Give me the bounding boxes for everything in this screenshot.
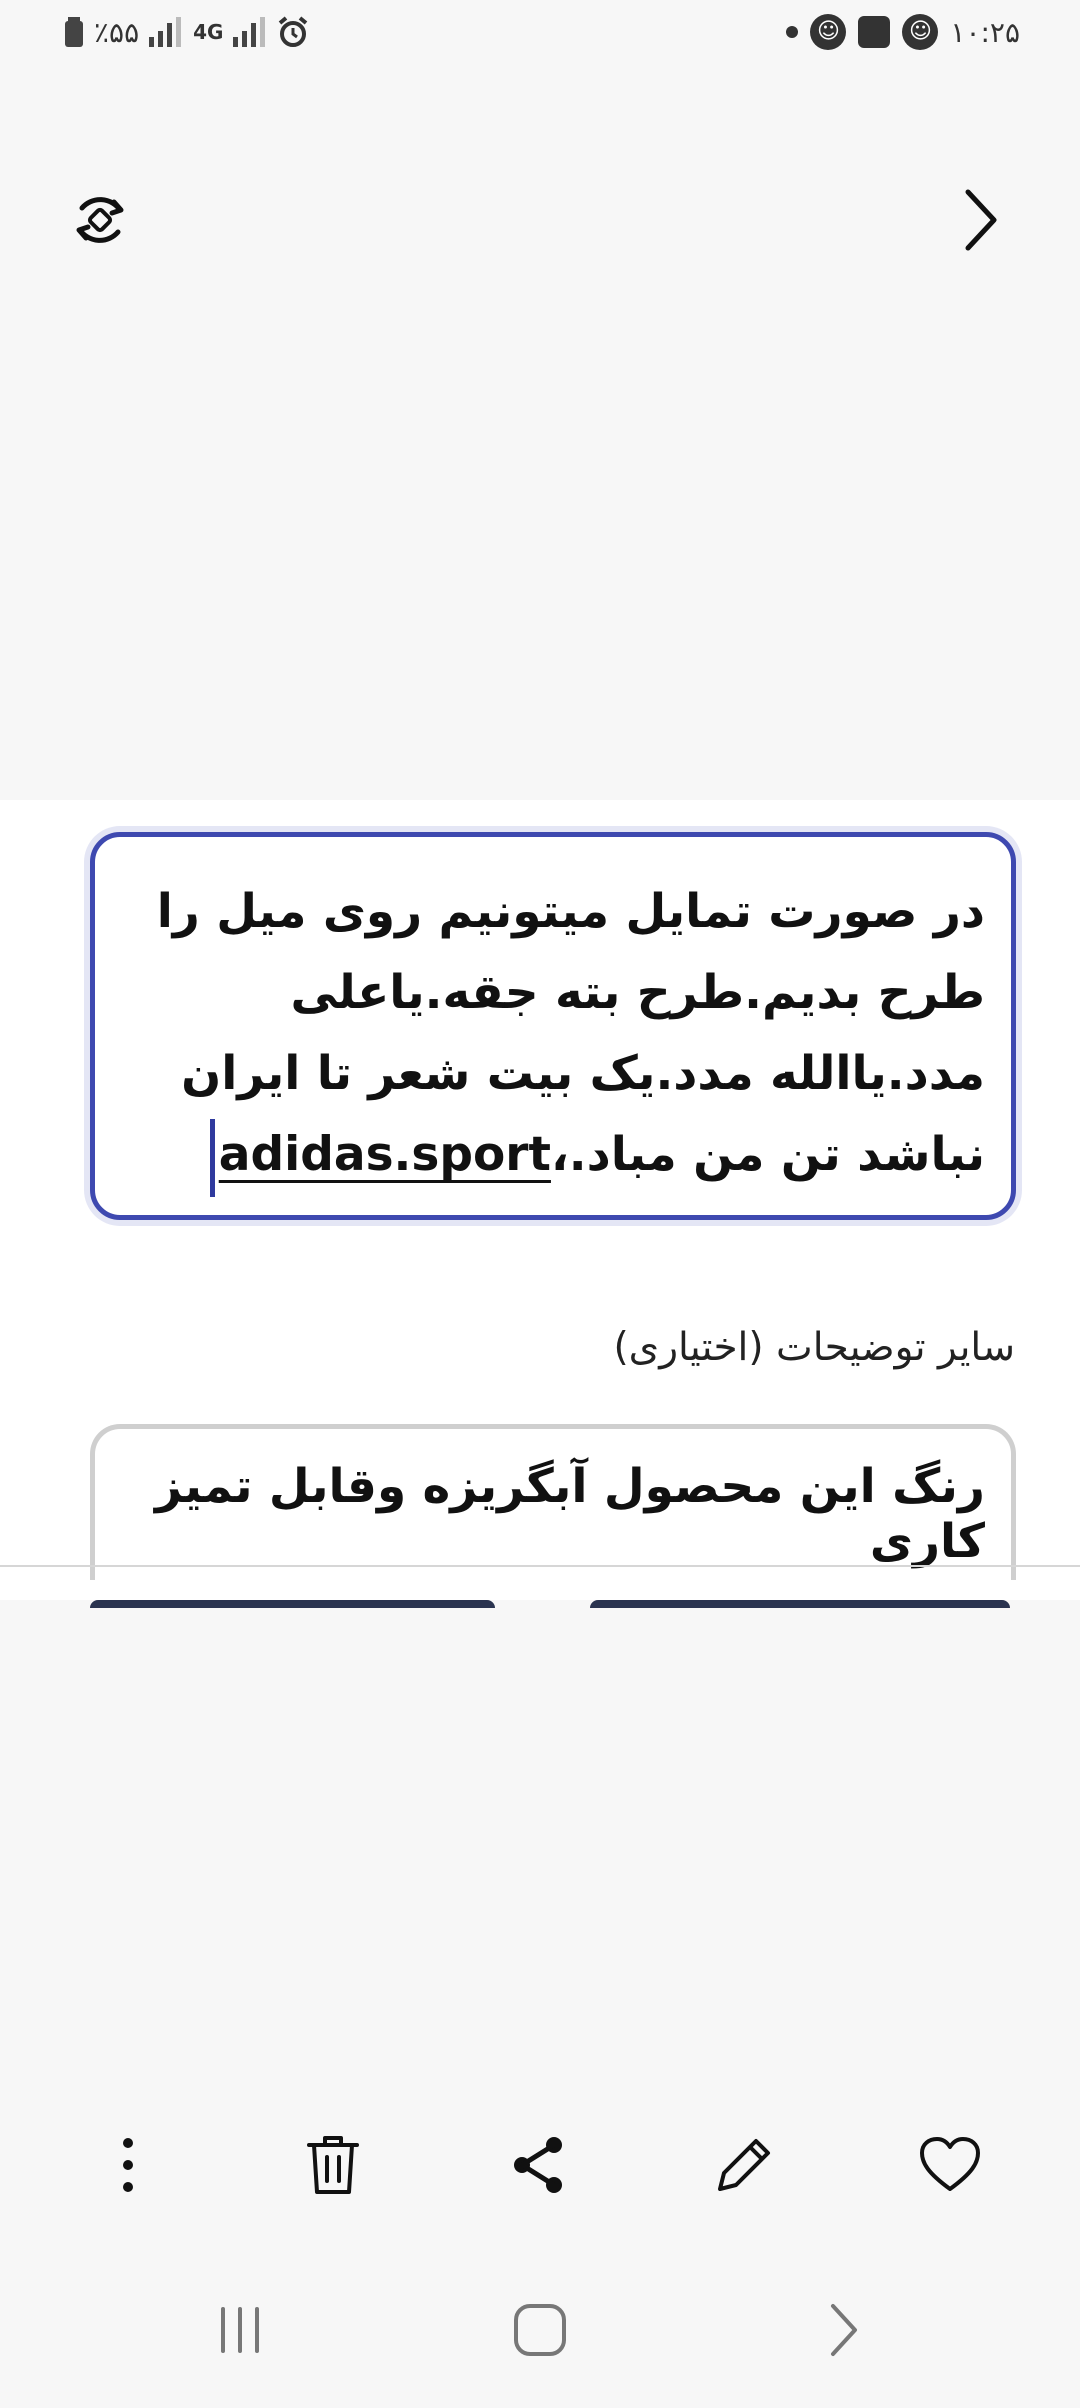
edit-button[interactable]	[694, 2115, 794, 2215]
recent-apps-icon	[221, 2307, 259, 2353]
navigation-bar	[0, 2270, 1080, 2390]
alarm-icon	[277, 16, 309, 48]
network-type: 4G	[193, 20, 224, 44]
status-bar: ٪۵۵ 4G ☺ ☺ ۱۰:۲۵	[0, 0, 1080, 64]
divider	[0, 1565, 1080, 1567]
description-field[interactable]: در صورت تمایل میتونیم روی میل را طرح بدی…	[90, 832, 1016, 1220]
status-right: ☺ ☺ ۱۰:۲۵	[786, 12, 1020, 52]
optional-label: سایر توضیحات (اختیاری)	[613, 1325, 1015, 1370]
app-notification-icon: ☺	[810, 14, 847, 50]
notification-dot-icon	[786, 26, 799, 38]
recent-apps-button[interactable]	[180, 2280, 300, 2380]
bottom-toolbar	[0, 2115, 1080, 2215]
signal-icon-2	[233, 17, 267, 47]
content-area: در صورت تمایل میتونیم روی میل را طرح بدی…	[0, 800, 1080, 1600]
back-button[interactable]	[783, 2280, 903, 2380]
signal-icon	[149, 17, 183, 47]
description-tag: adidas.sport	[218, 1127, 551, 1182]
optional-notes-field[interactable]: رنگ این محصول آبگریزه وقابل تمیز کاری	[90, 1424, 1016, 1580]
battery-icon	[64, 17, 84, 47]
rotate-icon	[76, 197, 124, 243]
more-icon	[123, 2138, 133, 2192]
battery-percent: ٪۵۵	[94, 15, 140, 49]
chevron-right-nav-icon	[831, 2304, 857, 2356]
favorite-button[interactable]	[900, 2115, 1000, 2215]
home-button[interactable]	[480, 2280, 600, 2380]
clock: ۱۰:۲۵	[950, 15, 1020, 49]
share-button[interactable]	[488, 2115, 588, 2215]
chevron-right-icon	[965, 189, 997, 251]
home-icon	[514, 2304, 566, 2356]
gallery-notification-icon	[858, 16, 891, 48]
top-toolbar	[0, 160, 1080, 280]
partial-button-right[interactable]	[590, 1600, 1010, 1608]
next-button[interactable]	[940, 180, 1020, 260]
edit-icon	[718, 2139, 770, 2191]
app-notification-icon-2: ☺	[902, 14, 939, 50]
optional-notes-text: رنگ این محصول آبگریزه وقابل تمیز کاری	[154, 1459, 985, 1569]
more-button[interactable]	[78, 2115, 178, 2215]
trash-icon	[307, 2136, 359, 2194]
partial-button-left[interactable]	[90, 1600, 495, 1608]
share-icon	[514, 2137, 562, 2193]
text-cursor	[209, 1118, 215, 1197]
rotate-button[interactable]	[60, 180, 140, 260]
delete-button[interactable]	[283, 2115, 383, 2215]
heart-icon	[920, 2137, 980, 2191]
status-left: ٪۵۵ 4G	[64, 12, 309, 52]
